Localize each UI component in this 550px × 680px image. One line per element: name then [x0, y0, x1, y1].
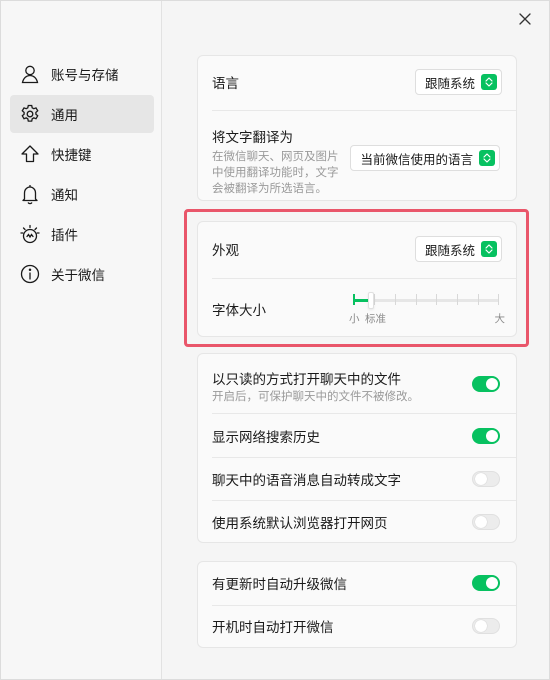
- sidebar-item-label: 关于微信: [51, 268, 105, 284]
- divider: [212, 605, 516, 606]
- auto-launch-toggle[interactable]: [472, 618, 500, 634]
- slider-min-label: 小: [349, 313, 360, 325]
- system-browser-label: 使用系统默认浏览器打开网页: [212, 516, 388, 532]
- voice-to-text-toggle[interactable]: [472, 471, 500, 487]
- sidebar: 账号与存储 通用 快捷键 通知 插件 关于微信: [1, 1, 162, 679]
- close-button[interactable]: [515, 9, 535, 29]
- divider: [212, 500, 516, 501]
- divider: [212, 413, 516, 414]
- auto-launch-label: 开机时自动打开微信: [212, 620, 334, 636]
- auto-launch-row: 开机时自动打开微信: [212, 614, 502, 638]
- translate-desc-line-2: 中使用翻译功能时，文字: [212, 165, 339, 179]
- update-options-card: 有更新时自动升级微信 开机时自动打开微信: [197, 561, 517, 648]
- slider-tick: [394, 294, 396, 305]
- language-row: 语言 跟随系统: [212, 69, 502, 95]
- toggle-knob: [486, 577, 498, 589]
- sidebar-item-about[interactable]: 关于微信: [10, 255, 154, 293]
- system-browser-toggle[interactable]: [472, 514, 500, 530]
- translate-desc-line-1: 在微信聊天、网页及图片: [212, 149, 339, 163]
- close-icon: [519, 13, 531, 25]
- select-arrow-icon: [481, 241, 497, 257]
- slider-tick: [436, 294, 438, 305]
- translate-select[interactable]: 当前微信使用的语言: [350, 145, 500, 171]
- info-icon: [19, 263, 41, 285]
- sidebar-item-shortcuts[interactable]: 快捷键: [10, 135, 154, 173]
- search-history-row: 显示网络搜索历史: [212, 424, 502, 448]
- appearance-row: 外观 跟随系统: [212, 236, 502, 262]
- readonly-toggle[interactable]: [472, 376, 500, 392]
- toggle-knob: [486, 430, 498, 442]
- slider-tick: [498, 294, 499, 305]
- slider-thumb[interactable]: [368, 292, 374, 309]
- select-arrow-icon: [479, 150, 495, 166]
- search-history-toggle[interactable]: [472, 428, 500, 444]
- search-history-label: 显示网络搜索历史: [212, 430, 320, 446]
- translate-text: 将文字翻译为 在微信聊天、网页及图片 中使用翻译功能时，文字 会被翻译为所选语言…: [212, 126, 339, 196]
- appearance-select-value: 跟随系统: [424, 242, 475, 258]
- font-size-label: 字体大小: [212, 303, 266, 319]
- auto-upgrade-toggle[interactable]: [472, 575, 500, 591]
- language-select[interactable]: 跟随系统: [414, 69, 502, 95]
- voice-to-text-label: 聊天中的语音消息自动转成文字: [212, 473, 401, 489]
- user-icon: [19, 63, 41, 85]
- language-label: 语言: [212, 76, 239, 92]
- toggle-knob: [475, 473, 487, 485]
- arrow-up-icon: [19, 143, 41, 165]
- toggle-knob: [486, 378, 498, 390]
- slider-standard-label: 标准: [365, 313, 386, 325]
- slider-tick: [457, 294, 459, 305]
- translate-desc-line-3: 会被翻译为所选语言。: [212, 181, 327, 195]
- select-arrow-icon: [481, 74, 497, 90]
- divider: [212, 110, 516, 111]
- sidebar-item-label: 插件: [51, 228, 78, 244]
- bell-icon: [19, 183, 41, 205]
- font-size-slider[interactable]: 小 标准 大: [349, 289, 505, 329]
- sidebar-item-label: 账号与存储: [51, 68, 119, 84]
- language-select-value: 跟随系统: [424, 75, 475, 91]
- toggle-knob: [475, 516, 487, 528]
- gear-icon: [19, 103, 41, 125]
- language-card: 语言 跟随系统 将文字翻译为 在微信聊天、网页及图片 中使用翻译功能时，文字 会…: [197, 55, 517, 201]
- settings-window: 账号与存储 通用 快捷键 通知 插件 关于微信 语言 跟随系统 将文字翻译为 在…: [0, 0, 550, 680]
- readonly-text: 以只读的方式打开聊天中的文件 开启后，可保护聊天中的文件不被修改。: [212, 368, 419, 404]
- sidebar-item-label: 通知: [51, 188, 78, 204]
- sidebar-item-general[interactable]: 通用: [10, 95, 154, 133]
- sidebar-item-plugins[interactable]: 插件: [10, 215, 154, 253]
- slider-max-label: 大: [494, 313, 506, 325]
- slider-tick: [353, 294, 355, 305]
- readonly-label: 以只读的方式打开聊天中的文件: [212, 372, 401, 388]
- translate-label: 将文字翻译为: [212, 130, 293, 146]
- system-browser-row: 使用系统默认浏览器打开网页: [212, 510, 502, 534]
- slider-tick: [415, 294, 417, 305]
- auto-upgrade-row: 有更新时自动升级微信: [212, 571, 502, 595]
- slider-track: [353, 299, 499, 302]
- sidebar-item-label: 快捷键: [51, 148, 92, 164]
- divider: [212, 457, 516, 458]
- appearance-select[interactable]: 跟随系统: [414, 236, 502, 262]
- file-options-card: 以只读的方式打开聊天中的文件 开启后，可保护聊天中的文件不被修改。 显示网络搜索…: [197, 353, 517, 543]
- appearance-label: 外观: [212, 243, 239, 259]
- auto-upgrade-label: 有更新时自动升级微信: [212, 577, 347, 593]
- sidebar-item-notifications[interactable]: 通知: [10, 175, 154, 213]
- divider: [212, 278, 516, 279]
- readonly-desc: 开启后，可保护聊天中的文件不被修改。: [212, 389, 419, 403]
- sidebar-item-label: 通用: [51, 108, 78, 124]
- plugin-icon: [19, 223, 41, 245]
- translate-select-value: 当前微信使用的语言: [360, 151, 473, 167]
- voice-to-text-row: 聊天中的语音消息自动转成文字: [212, 467, 502, 491]
- toggle-knob: [475, 620, 487, 632]
- sidebar-item-account-storage[interactable]: 账号与存储: [10, 55, 154, 93]
- slider-tick: [478, 294, 480, 305]
